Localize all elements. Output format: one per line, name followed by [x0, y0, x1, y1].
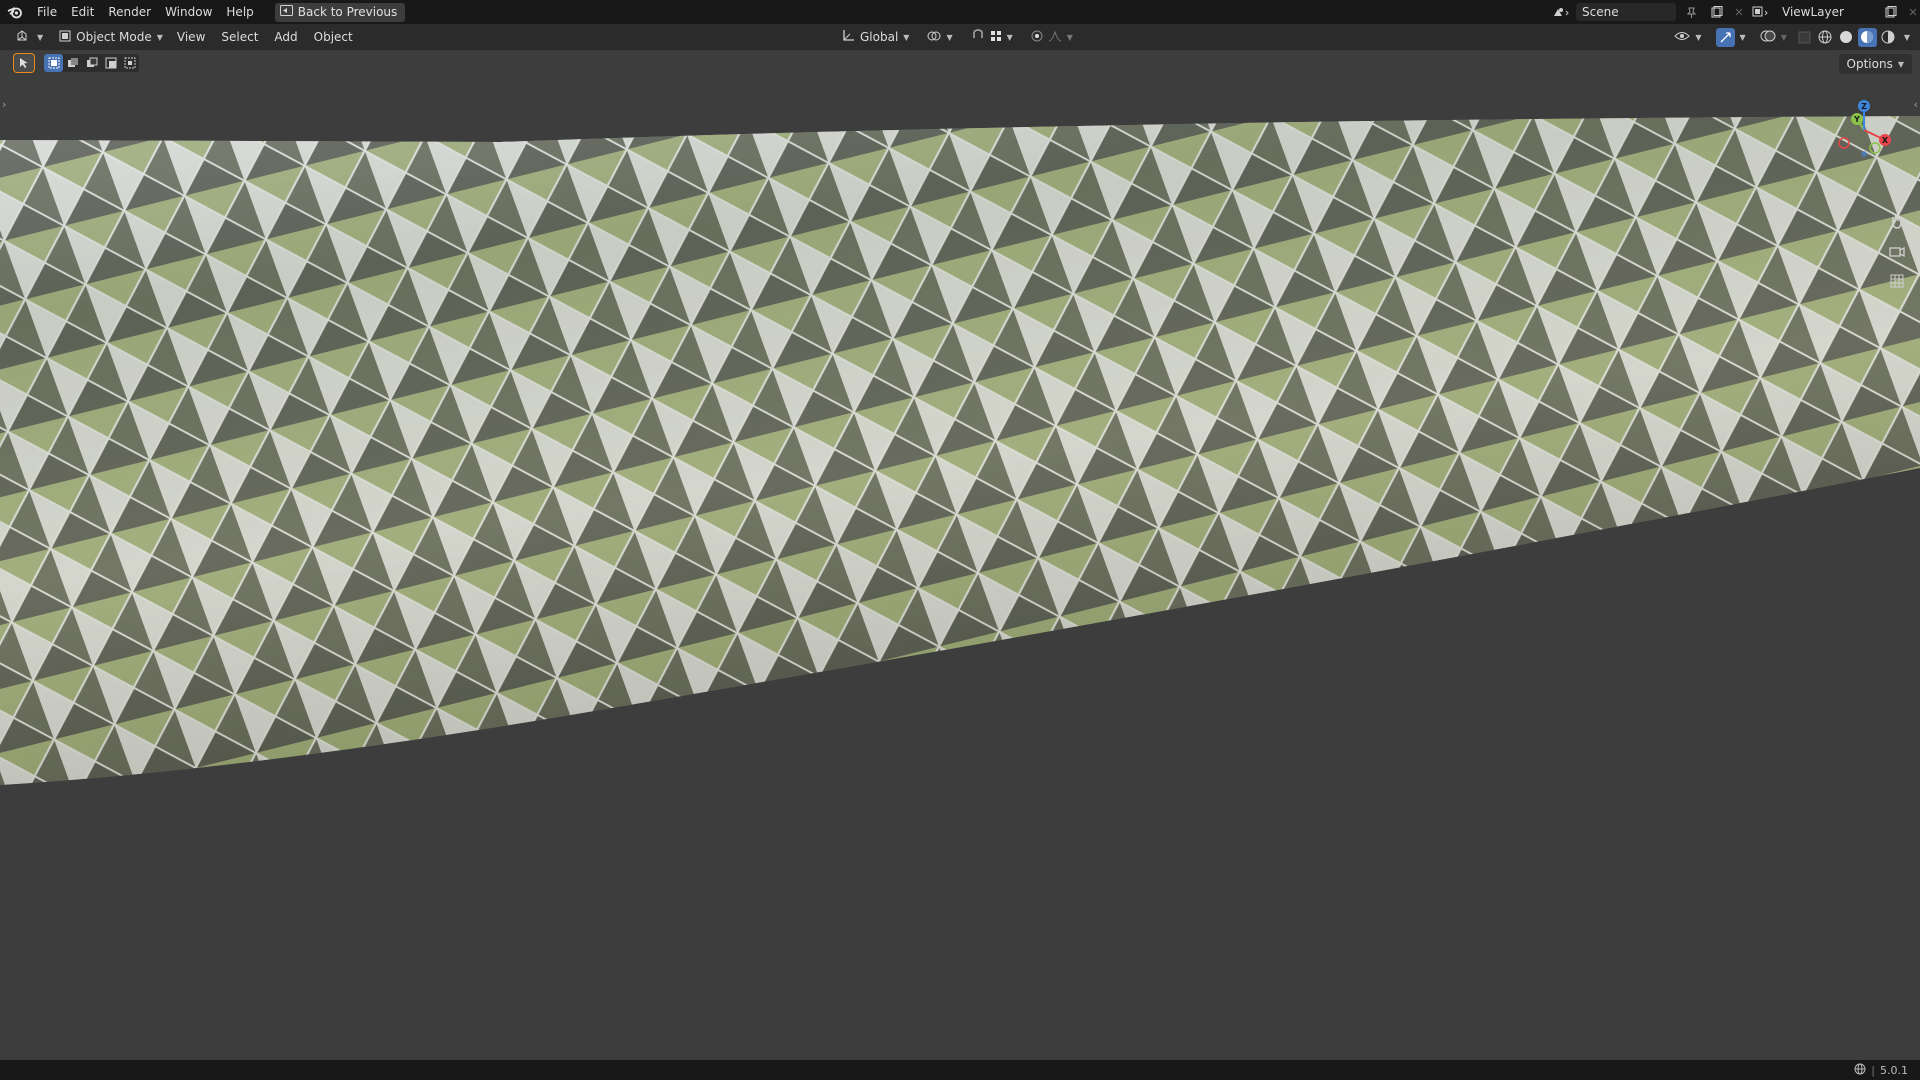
gizmo-z-label: Z [1861, 102, 1867, 111]
hand-icon[interactable] [1886, 210, 1908, 232]
shading-controls: ▼ ▼ ▼ ▼ [1668, 24, 1914, 50]
header-menu-view[interactable]: View [169, 30, 213, 44]
top-bar: File Edit Render Window Help Back to Pre… [0, 0, 1920, 24]
grid-icon[interactable] [1886, 270, 1908, 292]
menu-render[interactable]: Render [101, 0, 158, 24]
3d-viewport[interactable]: Options ▼ › ‹ X Y Z [0, 50, 1920, 1060]
scene-name: Scene [1582, 5, 1619, 19]
selection-mode-group [44, 54, 139, 72]
editor-type-icon [16, 29, 32, 45]
pivot-icon [927, 30, 941, 45]
pivot-dropdown[interactable]: ▼ [921, 27, 958, 47]
gizmo-y-label: Y [1853, 115, 1860, 124]
chevron-down-icon: ▼ [1897, 59, 1904, 69]
snap-grid-icon [990, 30, 1002, 45]
menu-edit[interactable]: Edit [64, 0, 101, 24]
gizmo-dropdown[interactable]: ▼ [1710, 27, 1752, 47]
viewlayer-icon[interactable] [1750, 3, 1772, 21]
scene-field[interactable]: Scene [1576, 3, 1676, 21]
object-mode-label: Object Mode [76, 30, 152, 44]
wireframe-icon[interactable] [1816, 28, 1835, 47]
chevron-down-icon: ▼ [946, 32, 953, 42]
transform-orientation-label: Global [860, 30, 899, 44]
chevron-down-icon: ▼ [1695, 32, 1702, 42]
gizmo-x-label: X [1882, 136, 1889, 145]
new-scene-icon[interactable] [1706, 3, 1728, 21]
transform-orientation-dropdown[interactable]: Global ▼ [836, 27, 915, 47]
menu-help[interactable]: Help [219, 0, 260, 24]
chevron-down-icon: ▼ [1066, 32, 1073, 42]
shading-options-chevron-icon[interactable]: ▼ [1900, 33, 1914, 42]
scene-icon[interactable] [1550, 3, 1572, 21]
gizmo-neg-z[interactable] [1861, 151, 1867, 157]
header-menu-object[interactable]: Object [306, 30, 361, 44]
select-invert-icon[interactable] [101, 54, 120, 72]
select-subtract-icon[interactable] [82, 54, 101, 72]
navigation-tools [1886, 180, 1908, 292]
status-divider: | [1871, 1063, 1875, 1077]
eye-icon [1674, 30, 1691, 45]
options-label: Options [1846, 57, 1893, 71]
gizmo-neg-x[interactable] [1838, 137, 1850, 149]
chevron-down-icon: ▼ [1739, 32, 1746, 42]
pin-icon[interactable] [1680, 3, 1702, 21]
toolbar-expand-icon[interactable]: › [2, 98, 6, 111]
transform-icon [842, 29, 855, 45]
select-new-icon[interactable] [44, 54, 63, 72]
menu-file[interactable]: File [30, 0, 64, 24]
overlay-icon [1760, 29, 1776, 46]
falloff-icon [1048, 29, 1062, 45]
knurled-tube-object[interactable] [0, 50, 1920, 1060]
back-button-label: Back to Previous [297, 5, 398, 19]
viewlayer-name: ViewLayer [1782, 5, 1844, 19]
viewport-toolbar [13, 53, 139, 73]
status-bar: | 5.0.1 [0, 1060, 1920, 1080]
chevron-down-icon: ▼ [37, 32, 44, 42]
gizmo-icon [1715, 27, 1735, 47]
back-icon [279, 5, 293, 19]
menu-window[interactable]: Window [158, 0, 219, 24]
close-scene-icon[interactable] [1732, 3, 1746, 21]
options-dropdown[interactable]: Options ▼ [1838, 54, 1912, 74]
globe-icon [1854, 1063, 1866, 1078]
scene-controls: Scene ViewLayer [1550, 0, 1920, 24]
version-label: 5.0.1 [1880, 1063, 1908, 1077]
chevron-down-icon: ▼ [1006, 32, 1013, 42]
select-tool-icon[interactable] [13, 53, 35, 73]
navigation-gizmo[interactable]: X Y Z [1824, 90, 1904, 170]
proportional-dropdown[interactable]: ▼ [1025, 27, 1079, 47]
snap-icon [971, 28, 985, 46]
chevron-down-icon: ▼ [903, 32, 910, 42]
gizmo-neg-y[interactable] [1869, 142, 1881, 154]
header-menu-select[interactable]: Select [213, 30, 266, 44]
proportional-icon [1031, 30, 1043, 45]
transform-controls: Global ▼ ▼ ▼ ▼ [836, 24, 1079, 50]
material-icon[interactable] [1857, 27, 1877, 47]
editor-type-dropdown[interactable]: ▼ [10, 27, 49, 47]
zoom-icon[interactable] [1886, 180, 1908, 202]
solid-icon[interactable] [1837, 28, 1856, 47]
viewport-header: ▼ Object Mode ▼ View Select Add Object G… [0, 24, 1920, 50]
camera-icon[interactable] [1886, 240, 1908, 262]
select-extend-icon[interactable] [63, 54, 82, 72]
chevron-down-icon: ▼ [1780, 32, 1787, 42]
rendered-icon[interactable] [1879, 28, 1898, 47]
viewlayer-field[interactable]: ViewLayer [1776, 3, 1876, 21]
header-menu-add[interactable]: Add [266, 30, 305, 44]
back-to-previous-button[interactable]: Back to Previous [274, 2, 406, 22]
chevron-down-icon: ▼ [156, 32, 163, 42]
overlay-dropdown[interactable]: ▼ [1754, 27, 1793, 47]
blender-logo-icon[interactable] [0, 0, 30, 24]
object-mode-icon [59, 30, 71, 45]
sidebar-expand-icon[interactable]: ‹ [1914, 98, 1918, 111]
select-intersect-icon[interactable] [120, 54, 139, 72]
xray-icon[interactable] [1795, 28, 1814, 47]
object-mode-dropdown[interactable]: Object Mode ▼ [53, 27, 169, 47]
close-viewlayer-icon[interactable] [1906, 3, 1920, 21]
snap-dropdown[interactable]: ▼ [965, 27, 1019, 47]
visibility-dropdown[interactable]: ▼ [1668, 27, 1707, 47]
new-viewlayer-icon[interactable] [1880, 3, 1902, 21]
